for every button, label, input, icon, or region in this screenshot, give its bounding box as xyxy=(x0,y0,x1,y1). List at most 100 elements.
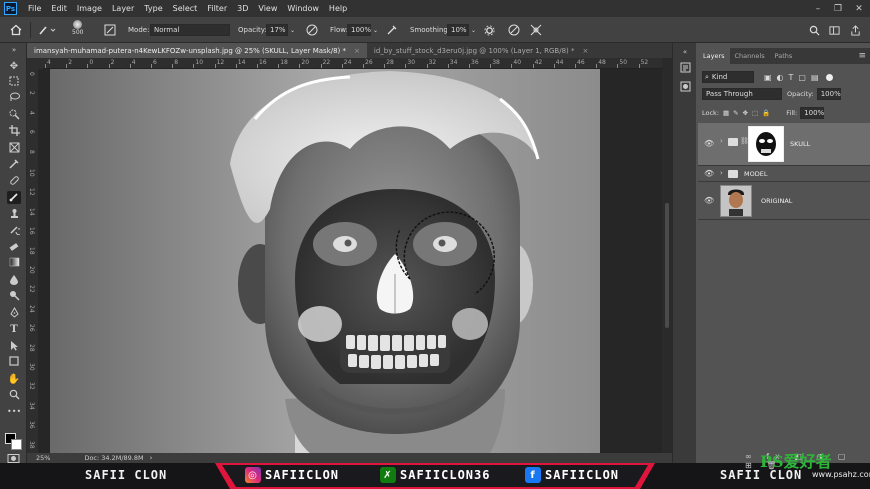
eyedropper-tool-icon[interactable] xyxy=(7,158,21,171)
scrollbar-thumb[interactable] xyxy=(665,203,669,328)
tab-close-icon[interactable]: × xyxy=(583,47,589,55)
facebook-handle: SAFIICLON xyxy=(545,468,620,482)
menu-layer[interactable]: Layer xyxy=(107,4,139,13)
panel-menu-icon[interactable]: ≡ xyxy=(858,48,866,64)
visibility-eye-icon[interactable]: 👁 xyxy=(704,139,714,149)
history-brush-tool-icon[interactable] xyxy=(7,224,22,237)
expand-arrow-icon[interactable]: › xyxy=(720,137,723,145)
menu-image[interactable]: Image xyxy=(72,4,107,13)
more-tools-icon[interactable]: ••• xyxy=(7,405,21,418)
type-tool-icon[interactable]: T xyxy=(7,323,21,336)
move-tool-icon[interactable]: ✥ xyxy=(7,60,21,73)
filter-toggle-icon[interactable] xyxy=(825,73,833,81)
menu-3d[interactable]: 3D xyxy=(232,4,253,13)
menu-type[interactable]: Type xyxy=(139,4,167,13)
flow-input[interactable]: 100% xyxy=(347,24,371,36)
pressure-size-icon[interactable] xyxy=(508,22,520,38)
hand-tool-icon[interactable]: ✋ xyxy=(7,373,21,386)
zoom-level[interactable]: 25% xyxy=(36,454,50,462)
pen-tool-icon[interactable] xyxy=(7,307,21,320)
opacity-input[interactable]: 17% xyxy=(266,24,288,36)
smoothing-options-gear-icon[interactable] xyxy=(484,22,495,38)
menu-select[interactable]: Select xyxy=(168,4,203,13)
dodge-tool-icon[interactable] xyxy=(7,290,21,303)
document-canvas[interactable] xyxy=(50,69,600,453)
visibility-eye-icon[interactable]: 👁 xyxy=(704,169,714,179)
ruler-tick-label: 6 xyxy=(153,59,157,66)
gradient-tool-icon[interactable] xyxy=(7,257,21,270)
vertical-scrollbar[interactable] xyxy=(662,58,672,453)
eraser-tool-icon[interactable] xyxy=(7,241,21,254)
brush-size-picker[interactable]: 500 xyxy=(72,20,83,36)
visibility-eye-icon[interactable]: 👁 xyxy=(704,196,714,206)
minimize-button[interactable]: – xyxy=(808,0,828,17)
menu-view[interactable]: View xyxy=(253,4,282,13)
brush-settings-icon[interactable] xyxy=(104,22,116,38)
background-color-swatch[interactable] xyxy=(11,439,22,450)
lock-options-icons[interactable]: ▦✎✥⬚🔒 xyxy=(723,109,774,117)
layer-row-original[interactable]: 👁 ORIGINAL xyxy=(698,182,870,220)
clone-stamp-tool-icon[interactable] xyxy=(7,208,21,221)
tab-close-icon[interactable]: × xyxy=(354,47,360,55)
search-icon[interactable] xyxy=(809,22,820,38)
pressure-opacity-icon[interactable] xyxy=(306,22,318,38)
collapse-arrows-icon[interactable]: » xyxy=(7,46,21,54)
menu-file[interactable]: File xyxy=(23,4,46,13)
mode-select[interactable]: Normal xyxy=(150,24,230,36)
brush-tool-icon[interactable] xyxy=(7,191,21,204)
layer-row-skull[interactable]: 👁 › ⛓ SKULL xyxy=(698,123,870,166)
adjustments-panel-icon[interactable] xyxy=(679,81,691,93)
search-icon: ⌕ xyxy=(705,72,709,81)
flow-dropdown-icon[interactable]: ⌄ xyxy=(373,22,378,38)
quick-mask-icon[interactable] xyxy=(7,454,20,463)
rectangle-tool-icon[interactable] xyxy=(7,356,21,369)
menu-help[interactable]: Help xyxy=(324,4,352,13)
workspace-icon[interactable] xyxy=(829,22,840,38)
crop-tool-icon[interactable] xyxy=(7,125,21,138)
blend-mode-select[interactable]: Pass Through xyxy=(702,88,782,100)
tab-stuff-stock-document[interactable]: id_by_stuff_stock_d3eru0j.jpg @ 100% (La… xyxy=(367,43,595,58)
layer-filter-icons[interactable]: ▣◐T▢▤ xyxy=(764,73,824,82)
airbrush-icon[interactable] xyxy=(386,22,398,38)
lasso-tool-icon[interactable] xyxy=(7,92,21,105)
layer-row-model[interactable]: 👁 › MODEL xyxy=(698,166,870,182)
ruler-tick xyxy=(151,64,152,68)
collapse-arrows-icon[interactable]: « xyxy=(679,46,691,58)
tab-layers[interactable]: Layers xyxy=(698,48,730,64)
home-icon[interactable] xyxy=(10,22,22,38)
quick-selection-tool-icon[interactable] xyxy=(7,109,21,122)
healing-brush-tool-icon[interactable] xyxy=(7,175,21,188)
menu-window[interactable]: Window xyxy=(282,4,324,13)
layer-fill-input[interactable]: 100% xyxy=(800,107,824,119)
tab-paths[interactable]: Paths xyxy=(770,48,798,64)
path-selection-tool-icon[interactable] xyxy=(7,340,21,353)
share-icon[interactable] xyxy=(850,22,861,38)
layer-name[interactable]: ORIGINAL xyxy=(761,197,792,205)
layer-thumbnail[interactable] xyxy=(720,185,752,217)
symmetry-icon[interactable] xyxy=(530,22,542,38)
marquee-tool-icon[interactable] xyxy=(7,76,21,89)
opacity-dropdown-icon[interactable]: ⌄ xyxy=(290,22,295,38)
layer-name[interactable]: SKULL xyxy=(790,140,810,148)
ruler-tick xyxy=(384,64,386,68)
expand-arrow-icon[interactable]: › xyxy=(720,169,723,177)
tab-imansyah-document[interactable]: imansyah-muhamad-putera-n4KewLKFOZw-unsp… xyxy=(27,43,367,58)
layer-filter-select[interactable]: ⌕ Kind xyxy=(702,71,754,83)
smoothing-dropdown-icon[interactable]: ⌄ xyxy=(471,22,476,38)
restore-button[interactable]: ❐ xyxy=(828,0,848,17)
zoom-tool-icon[interactable] xyxy=(7,389,21,402)
blur-tool-icon[interactable] xyxy=(7,274,21,287)
layer-mask-thumbnail[interactable] xyxy=(748,126,784,162)
tab-channels[interactable]: Channels xyxy=(730,48,770,64)
layer-opacity-input[interactable]: 100% xyxy=(816,88,841,100)
layer-name[interactable]: MODEL xyxy=(744,170,767,178)
smoothing-input[interactable]: 10% xyxy=(447,24,469,36)
history-panel-icon[interactable] xyxy=(679,62,691,74)
status-arrow-icon[interactable]: › xyxy=(150,454,153,462)
close-window-button[interactable]: ✕ xyxy=(849,0,869,17)
frame-tool-icon[interactable] xyxy=(7,142,21,155)
brush-preset-icon[interactable] xyxy=(38,22,56,38)
menu-edit[interactable]: Edit xyxy=(46,4,72,13)
menu-filter[interactable]: Filter xyxy=(202,4,232,13)
canvas-pasteboard[interactable] xyxy=(38,69,662,453)
